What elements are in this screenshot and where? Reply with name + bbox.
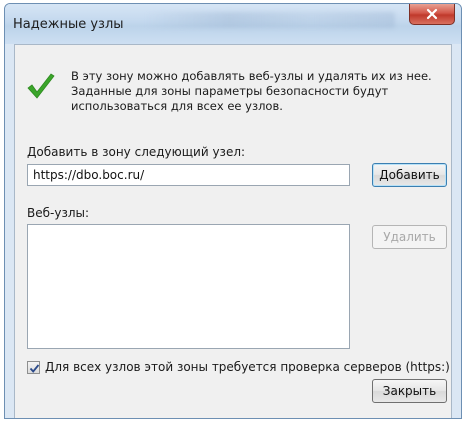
dialog-body: В эту зону можно добавлять веб-узлы и уд… (14, 44, 452, 418)
close-button[interactable]: Закрыть (372, 379, 447, 403)
close-icon (426, 8, 438, 20)
trusted-sites-dialog: Надежные узлы В эту зону можно добавлять… (4, 3, 462, 419)
check-mark-icon (29, 363, 40, 373)
add-site-label: Добавить в зону следующий узел: (27, 145, 246, 159)
close-window-button[interactable] (409, 4, 455, 25)
remove-button[interactable]: Удалить (372, 225, 447, 249)
sites-list[interactable] (27, 224, 350, 349)
sites-label: Веб-узлы: (27, 206, 90, 220)
background-blur (145, 12, 395, 28)
title-bar[interactable]: Надежные узлы (5, 4, 461, 44)
site-url-input[interactable] (27, 164, 350, 186)
https-check-label: Для всех узлов этой зоны требуется прове… (45, 360, 450, 374)
https-checkbox[interactable] (27, 360, 40, 374)
add-button[interactable]: Добавить (372, 163, 447, 187)
window-title: Надежные узлы (13, 17, 124, 32)
info-text: В эту зону можно добавлять веб-узлы и уд… (71, 69, 432, 113)
checkmark-icon (27, 73, 55, 99)
https-check-row[interactable]: Для всех узлов этой зоны требуется прове… (27, 360, 450, 374)
